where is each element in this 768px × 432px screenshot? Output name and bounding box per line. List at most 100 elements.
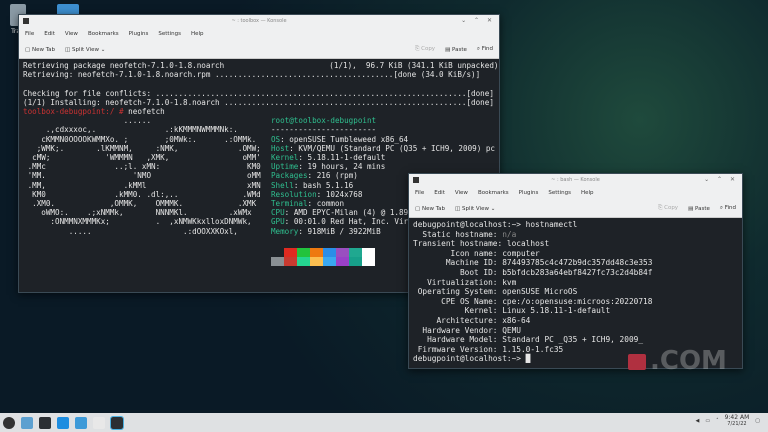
info-row: OS: openSUSE Tumbleweed x86_64 (270, 134, 409, 144)
copy-button[interactable]: ⎘ Copy (415, 46, 435, 53)
system-tray: ◀ ▭ ˄ 9:42 AM 7/21/22 ▢ (696, 415, 761, 428)
row-value: Standard PC _Q35 + ICH9, 2009_ (502, 335, 644, 345)
row-key: Icon name: (413, 248, 498, 258)
window-controls[interactable]: ⌄ ⌃ ✕ (461, 15, 495, 27)
ascii-line: :ONMMNXMMMKx; . ,xNMWKkxlloxDNMWk, (23, 217, 252, 227)
row-value: openSUSE MicroOS (502, 287, 578, 297)
menu-item-settings[interactable]: Settings (158, 31, 181, 37)
hostnamectl-row: Architecture: x86-64 (413, 316, 738, 326)
color-swatch (309, 256, 323, 266)
command: neofetch (128, 107, 165, 117)
info-value: KVM/QEMU (Standard PC (Q35 + ICH9, 2009)… (298, 143, 495, 153)
hostnamectl-row: Machine ID: 874493785c4c472b9dc357dd48c3… (413, 258, 738, 268)
file-manager-icon[interactable] (75, 416, 87, 429)
konsole-taskbar-icon[interactable] (110, 415, 124, 430)
window-controls[interactable]: ⌄ ⌃ ✕ (704, 174, 738, 186)
menu-item-plugins[interactable]: Plugins (519, 190, 539, 196)
terminal-line: Retrieving: neofetch-7.1.0-1.8.noarch.rp… (23, 70, 481, 80)
konsole-window-bash[interactable]: ~ : bash — Konsole ⌄ ⌃ ✕ File Edit View Book… (408, 173, 743, 369)
menu-item-view[interactable]: View (65, 31, 78, 37)
split-view-button[interactable]: ◫ Split View ⌄ (455, 206, 495, 212)
info-value: 5.18.11-1-default (307, 153, 386, 163)
terminal-line: Checking for file conflicts: ...........… (23, 88, 494, 98)
menu-item-help[interactable]: Help (191, 31, 204, 37)
watermark-logo (628, 354, 646, 370)
hostnamectl-row: CPE OS Name: cpe:/o:opensuse:microos:202… (413, 297, 738, 307)
color-swatch (322, 256, 336, 266)
row-key: Operating System: (413, 287, 498, 297)
color-swatch (296, 256, 310, 266)
menu-item-view[interactable]: View (455, 190, 468, 196)
terminal-line: Retrieving package neofetch-7.1.0-1.8.no… (23, 61, 499, 70)
color-swatch (283, 256, 297, 266)
find-button[interactable]: ⌕ Find (720, 205, 736, 212)
info-value: AMD EPYC-Milan (4) @ 1.896GHz (293, 208, 427, 218)
discover-icon[interactable] (57, 416, 69, 429)
row-key: Transient hostname: (413, 239, 503, 249)
info-value: 918MiB / 3922MiB (307, 226, 381, 236)
split-view-button[interactable]: ◫ Split View ⌄ (65, 47, 105, 53)
hostnamectl-row: Hardware Vendor: QEMU (413, 326, 738, 336)
show-desktop-icon[interactable]: ▢ (755, 418, 760, 424)
info-key: Packages (270, 171, 308, 181)
system-settings-icon[interactable] (39, 416, 51, 429)
row-value: kvm (502, 277, 517, 287)
ascii-line: .MM, .kMMl xMN (23, 180, 261, 190)
info-value: bash 5.1.16 (302, 180, 354, 190)
color-swatch (283, 247, 297, 257)
new-tab-button[interactable]: ▢ New Tab (415, 206, 445, 212)
tray-expand-icon[interactable]: ˄ (716, 418, 719, 424)
title-bar[interactable]: ~ : bash — Konsole ⌄ ⌃ ✕ (409, 174, 742, 186)
paste-button[interactable]: ▤ Paste (445, 47, 467, 53)
ascii-line: 'MM. 'NMO oMM (23, 171, 261, 181)
network-icon[interactable]: ▭ (705, 418, 710, 424)
row-value: cpe:/o:opensuse:microos:20220718 (502, 296, 653, 306)
watermark-text: .COM (650, 346, 727, 376)
row-key: Machine ID: (413, 258, 498, 268)
hostnamectl-row: Operating System: openSUSE MicroOS (413, 287, 738, 297)
window-title: ~ : bash — Konsole (551, 177, 600, 183)
row-value: n/a (502, 229, 517, 239)
menu-item-edit[interactable]: Edit (44, 31, 55, 37)
row-value: localhost (506, 239, 550, 249)
menu-item-help[interactable]: Help (581, 190, 594, 196)
clock[interactable]: 9:42 AM 7/21/22 (725, 415, 750, 428)
taskbar: ◀ ▭ ˄ 9:42 AM 7/21/22 ▢ (0, 413, 768, 432)
new-tab-button[interactable]: ▢ New Tab (25, 47, 55, 53)
prompt: debugpoint@localhost:~> (413, 220, 521, 229)
toolbar: ▢ New Tab ◫ Split View ⌄ ⎘ Copy ▤ Paste … (409, 200, 742, 218)
menu-item-bookmarks[interactable]: Bookmarks (88, 31, 119, 37)
row-key: CPE OS Name: (413, 296, 498, 306)
info-key: Memory (270, 226, 299, 236)
find-button[interactable]: ⌕ Find (477, 46, 493, 53)
ascii-line: ..... .:dOOXXKOxl, (23, 226, 238, 236)
pager-icon[interactable] (21, 416, 33, 429)
volume-icon[interactable]: ◀ (696, 418, 700, 424)
app-launcher-icon[interactable] (3, 416, 15, 429)
color-swatch (361, 256, 375, 266)
ascii-line: .,cdxxxoc,. .:kKMMMNWMMMNk:. (23, 125, 238, 135)
row-value: 1.15.0-1.fc35 (502, 344, 564, 354)
color-swatch (270, 247, 284, 257)
info-row: Uptime: 19 hours, 24 mins (270, 162, 386, 172)
color-swatch (361, 247, 375, 257)
browser-icon[interactable] (93, 416, 105, 429)
menu-item-plugins[interactable]: Plugins (129, 31, 149, 37)
command: hostnamectl (525, 220, 578, 229)
info-header: root@toolbox-debugpoint (270, 116, 377, 126)
terminal-line: ​ (23, 79, 495, 88)
menu-item-edit[interactable]: Edit (434, 190, 445, 196)
info-value: common (316, 199, 345, 209)
menu-item-settings[interactable]: Settings (548, 190, 571, 196)
row-value: b5bfdcb283a64ebf8427fc73c2d4b84f (502, 267, 653, 277)
paste-button[interactable]: ▤ Paste (688, 206, 710, 212)
copy-button[interactable]: ⎘ Copy (658, 205, 678, 212)
prompt-line: debugpoint@localhost:~> hostnamectl (413, 220, 738, 230)
menu-item-file[interactable]: File (25, 31, 34, 37)
info-key: Shell (270, 180, 294, 190)
info-value: 1024x768 (325, 189, 363, 199)
title-bar[interactable]: ~ : toolbox — Konsole ⌄ ⌃ ✕ (19, 15, 499, 27)
menu-item-bookmarks[interactable]: Bookmarks (478, 190, 509, 196)
color-swatch (270, 256, 284, 266)
menu-item-file[interactable]: File (415, 190, 424, 196)
